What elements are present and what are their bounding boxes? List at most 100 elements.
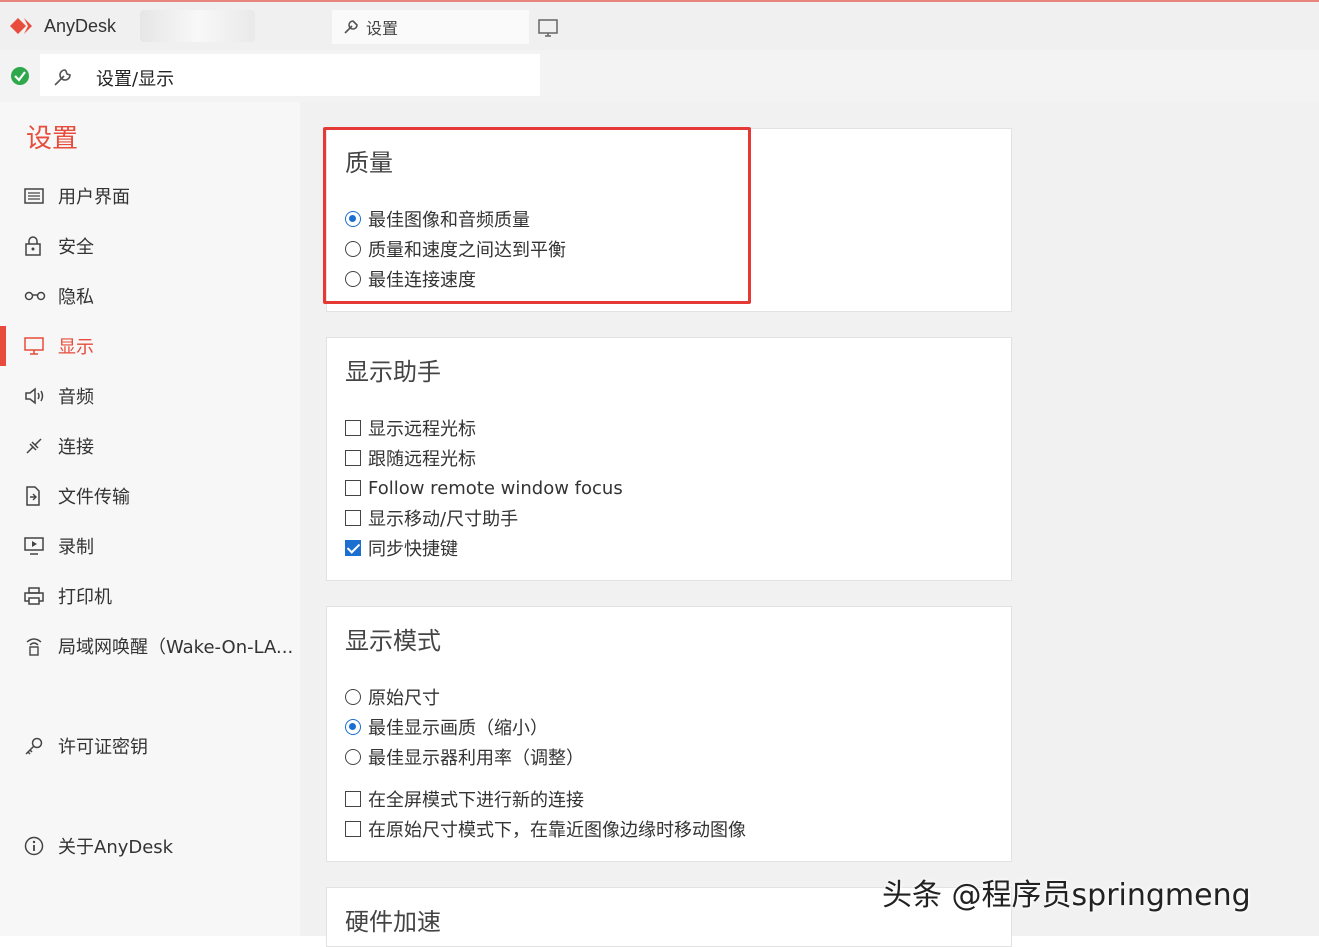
sidebar-item-label: 关于AnyDesk (58, 837, 174, 858)
quality-option-balanced[interactable]: 质量和速度之间达到平衡 (345, 237, 566, 261)
display-mode-title: 显示模式 (345, 627, 441, 655)
glasses-icon (24, 286, 48, 306)
title-bar: AnyDesk 设置 (0, 0, 1319, 50)
option-label: 显示移动/尺寸助手 (368, 509, 519, 530)
sidebar-item-label: 连接 (58, 437, 94, 458)
sidebar-title: 设置 (26, 124, 79, 154)
remote-address-tab[interactable] (140, 10, 255, 42)
radio-button[interactable] (345, 749, 361, 765)
watermark: 头条 @程序员springmeng (882, 878, 1251, 913)
option-label: 最佳显示器利用率（调整） (368, 748, 584, 769)
radio-button[interactable] (345, 689, 361, 705)
checkbox[interactable] (345, 420, 361, 436)
sidebar-item-label: 许可证密钥 (58, 737, 148, 758)
sidebar-item-label: 隐私 (58, 287, 94, 308)
sidebar-item-about[interactable]: 关于AnyDesk (0, 826, 300, 866)
mode-original-size[interactable]: 原始尺寸 (345, 685, 440, 709)
window-icon (24, 186, 48, 206)
option-move-size-helper[interactable]: 显示移动/尺寸助手 (345, 506, 518, 530)
sidebar-item-user-interface[interactable]: 用户界面 (0, 176, 300, 216)
key-icon (24, 736, 48, 756)
option-sync-shortcuts[interactable]: 同步快捷键 (345, 536, 458, 560)
radio-button[interactable] (345, 271, 361, 287)
sidebar-item-label: 用户界面 (58, 187, 130, 208)
option-fullscreen-new-connection[interactable]: 在全屏模式下进行新的连接 (345, 787, 584, 811)
info-icon (24, 836, 48, 856)
option-label: 在全屏模式下进行新的连接 (368, 790, 584, 811)
sidebar-item-label: 打印机 (58, 587, 112, 608)
wrench-icon (344, 20, 358, 34)
anydesk-logo[interactable]: AnyDesk (8, 14, 116, 38)
active-indicator (0, 326, 6, 366)
radio-button[interactable] (345, 241, 361, 257)
quality-option-speed[interactable]: 最佳连接速度 (345, 267, 476, 291)
sidebar-item-connection[interactable]: 连接 (0, 426, 300, 466)
option-label: 原始尺寸 (368, 688, 440, 709)
settings-sidebar: 设置 用户界面 安全 隐私 显示 音频 连接 文件传输 录制 打印机 局域网唤醒… (0, 102, 300, 936)
option-label: 质量和速度之间达到平衡 (368, 240, 566, 261)
option-follow-remote-cursor[interactable]: 跟随远程光标 (345, 446, 476, 470)
option-label: 最佳连接速度 (368, 270, 476, 291)
wrench-icon (54, 69, 71, 86)
mode-best-utilization[interactable]: 最佳显示器利用率（调整） (345, 745, 584, 769)
printer-icon (24, 586, 48, 606)
option-label: 在原始尺寸模式下，在靠近图像边缘时移动图像 (368, 820, 746, 841)
mode-best-quality[interactable]: 最佳显示画质（缩小） (345, 715, 548, 739)
quality-card: 质量 最佳图像和音频质量 质量和速度之间达到平衡 最佳连接速度 (326, 128, 1012, 312)
recording-icon (24, 536, 48, 556)
new-session-button[interactable] (538, 18, 560, 42)
checkbox[interactable] (345, 791, 361, 807)
display-helper-title: 显示助手 (345, 358, 441, 386)
sidebar-item-license-key[interactable]: 许可证密钥 (0, 726, 300, 766)
sidebar-item-wake-on-lan[interactable]: 局域网唤醒（Wake-On-LA... (0, 626, 300, 666)
option-label: 显示远程光标 (368, 419, 476, 440)
sidebar-item-label: 文件传输 (58, 487, 130, 508)
checkbox[interactable] (345, 821, 361, 837)
sidebar-item-label: 音频 (58, 387, 94, 408)
breadcrumb: 设置/显示 (96, 69, 175, 90)
checkbox[interactable] (345, 450, 361, 466)
sidebar-item-privacy[interactable]: 隐私 (0, 276, 300, 316)
option-label: Follow remote window focus (368, 477, 623, 499)
sidebar-item-label: 录制 (58, 537, 94, 558)
sidebar-item-display[interactable]: 显示 (0, 326, 300, 366)
hardware-title: 硬件加速 (345, 908, 441, 936)
radio-button[interactable] (345, 211, 361, 227)
sidebar-item-label: 显示 (58, 337, 94, 358)
connection-ok-icon (11, 67, 29, 85)
wake-icon (24, 636, 48, 656)
app-name: AnyDesk (44, 15, 117, 36)
option-show-remote-cursor[interactable]: 显示远程光标 (345, 416, 476, 440)
monitor-icon (24, 336, 48, 356)
tab-settings-label: 设置 (366, 19, 399, 38)
lock-icon (24, 236, 48, 256)
option-follow-window-focus[interactable]: Follow remote window focus (345, 476, 623, 500)
speaker-icon (24, 386, 48, 406)
anydesk-logo-icon (10, 18, 32, 34)
tab-settings[interactable]: 设置 (332, 10, 529, 44)
option-label: 最佳图像和音频质量 (368, 210, 530, 231)
sidebar-item-label: 局域网唤醒（Wake-On-LA... (58, 637, 294, 658)
display-helper-card: 显示助手 显示远程光标 跟随远程光标 Follow remote window … (326, 337, 1012, 581)
quality-title: 质量 (345, 149, 393, 177)
display-mode-card: 显示模式 原始尺寸 最佳显示画质（缩小） 最佳显示器利用率（调整） 在全屏模式下… (326, 606, 1012, 862)
sidebar-item-file-transfer[interactable]: 文件传输 (0, 476, 300, 516)
checkbox[interactable] (345, 540, 361, 556)
radio-button[interactable] (345, 719, 361, 735)
option-edge-scroll[interactable]: 在原始尺寸模式下，在靠近图像边缘时移动图像 (345, 817, 746, 841)
quality-option-best[interactable]: 最佳图像和音频质量 (345, 207, 530, 231)
checkbox[interactable] (345, 510, 361, 526)
sidebar-item-printer[interactable]: 打印机 (0, 576, 300, 616)
option-label: 跟随远程光标 (368, 449, 476, 470)
file-transfer-icon (24, 486, 48, 506)
sidebar-item-recording[interactable]: 录制 (0, 526, 300, 566)
connection-icon (24, 436, 48, 456)
sidebar-item-label: 安全 (58, 237, 94, 258)
settings-content: 质量 最佳图像和音频质量 质量和速度之间达到平衡 最佳连接速度 显示助手 显示远… (300, 102, 1319, 947)
sidebar-item-audio[interactable]: 音频 (0, 376, 300, 416)
checkbox[interactable] (345, 480, 361, 496)
address-bar: 设置/显示 (0, 50, 1319, 102)
option-label: 同步快捷键 (368, 539, 458, 560)
option-label: 最佳显示画质（缩小） (368, 718, 548, 739)
sidebar-item-security[interactable]: 安全 (0, 226, 300, 266)
